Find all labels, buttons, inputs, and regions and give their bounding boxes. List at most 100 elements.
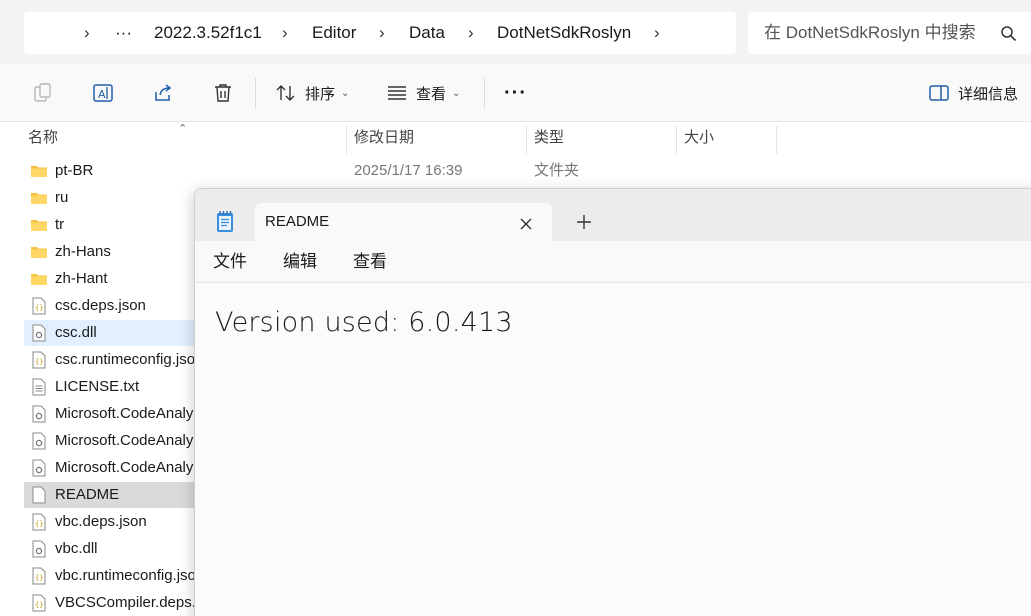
column-divider[interactable] (526, 126, 527, 154)
rename-icon: A (93, 84, 113, 102)
search-icon[interactable] (1000, 25, 1018, 43)
breadcrumb-separator[interactable]: › (468, 12, 474, 54)
rename-button[interactable]: A (92, 64, 114, 122)
share-button[interactable] (152, 64, 174, 122)
column-divider[interactable] (346, 126, 347, 154)
file-row[interactable]: Microsoft.CodeAnalysis.dll (24, 428, 196, 454)
column-header-date[interactable]: 修改日期 (354, 122, 414, 154)
view-list-icon (388, 86, 406, 100)
sort-button[interactable]: 排序 ⌄ (275, 64, 349, 122)
file-row[interactable]: Microsoft.CodeAnalysis.CSharp.dll (24, 401, 196, 427)
new-tab-icon[interactable] (573, 211, 595, 233)
file-name: zh-Hant (55, 270, 108, 287)
file-name: Microsoft.CodeAnalysis.VisualBasic.dll (55, 459, 196, 476)
delete-button[interactable] (212, 64, 234, 122)
dll-file-icon (32, 459, 46, 477)
breadcrumb-item[interactable]: Data (409, 12, 445, 54)
file-row[interactable]: {} VBCSCompiler.deps.json (24, 590, 196, 616)
file-row[interactable]: ru (24, 185, 196, 211)
file-row[interactable]: tr (24, 212, 196, 238)
column-header-size[interactable]: 大小 (684, 122, 714, 154)
text-editor[interactable]: Version used: 6.0.413 (195, 283, 1031, 616)
json-file-icon: {} (32, 594, 46, 612)
file-name: vbc.dll (55, 540, 98, 557)
chevron-down-icon: ⌄ (452, 87, 461, 99)
share-icon (155, 84, 172, 101)
breadcrumb-separator[interactable]: › (282, 12, 288, 54)
file-type: 文件夹 (534, 162, 580, 179)
breadcrumb-item[interactable]: Editor (312, 12, 356, 54)
search-input[interactable]: 在 DotNetSdkRoslyn 中搜索 (748, 12, 1031, 54)
sort-icon (276, 85, 295, 101)
more-button[interactable]: ··· (504, 64, 527, 122)
breadcrumb-separator[interactable]: › (84, 12, 90, 54)
blank-file-icon (32, 486, 46, 504)
file-name: vbc.runtimeconfig.json (55, 567, 196, 584)
json-file-icon: {} (32, 513, 46, 531)
sort-label: 排序 (305, 85, 336, 103)
folder-icon (31, 220, 47, 231)
file-row[interactable]: {} csc.runtimeconfig.json (24, 347, 196, 373)
breadcrumb-separator[interactable]: › (654, 12, 660, 54)
file-row[interactable]: {} csc.deps.json (24, 293, 196, 319)
sort-ascending-icon: ⌃ (178, 123, 188, 135)
details-label: 详细信息 (958, 85, 1019, 103)
column-header-type[interactable]: 类型 (534, 122, 564, 154)
address-strip: › ··· 2022.3.52f1c1 › Editor › Data › Do… (0, 0, 1031, 64)
file-row[interactable]: {} vbc.deps.json (24, 509, 196, 535)
details-button[interactable]: 详细信息 (928, 64, 1018, 122)
details-pane-icon (929, 85, 949, 101)
close-tab-icon[interactable] (515, 213, 537, 235)
file-date: 2025/1/17 16:39 (354, 162, 463, 179)
file-row[interactable]: csc.dll (24, 320, 196, 346)
notepad-app-icon (217, 211, 233, 232)
file-name: zh-Hans (55, 243, 111, 260)
folder-icon (31, 193, 47, 204)
file-name: VBCSCompiler.deps.json (55, 594, 196, 611)
file-row[interactable]: zh-Hant (24, 266, 196, 292)
file-row[interactable]: vbc.dll (24, 536, 196, 562)
file-row[interactable]: LICENSE.txt (24, 374, 196, 400)
file-name: Microsoft.CodeAnalysis.dll (55, 432, 196, 449)
menu-file[interactable]: 文件 (213, 241, 247, 283)
file-row[interactable]: Microsoft.CodeAnalysis.VisualBasic.dll (24, 455, 196, 481)
dll-file-icon (32, 432, 46, 450)
file-name: README (55, 486, 120, 503)
menu-edit[interactable]: 编辑 (283, 241, 317, 283)
chevron-down-icon: ⌄ (341, 87, 350, 99)
notepad-menubar: 文件 编辑 查看 (195, 241, 1031, 283)
svg-text:{}: {} (35, 574, 43, 582)
file-name: tr (55, 216, 65, 233)
notepad-window[interactable]: README 文件 编辑 查看 Version used: 6.0.413 (194, 188, 1031, 616)
tab-readme[interactable]: README (255, 203, 552, 241)
file-row[interactable]: pt-BR (24, 158, 196, 184)
tab-title: README (265, 213, 330, 230)
file-row[interactable]: README (24, 482, 196, 508)
file-name: pt-BR (55, 162, 94, 179)
svg-text:{}: {} (35, 520, 43, 528)
dll-file-icon (32, 405, 46, 423)
view-button[interactable]: 查看 ⌄ (386, 64, 460, 122)
dll-file-icon (32, 324, 46, 342)
notepad-titlebar[interactable]: README (195, 189, 1031, 241)
breadcrumb-item[interactable]: DotNetSdkRoslyn (497, 12, 631, 54)
address-box[interactable]: › ··· 2022.3.52f1c1 › Editor › Data › Do… (24, 12, 736, 54)
file-row[interactable]: zh-Hans (24, 239, 196, 265)
breadcrumb-item[interactable]: 2022.3.52f1c1 (154, 12, 262, 54)
file-name: LICENSE.txt (55, 378, 140, 395)
divider (484, 78, 485, 108)
menu-view[interactable]: 查看 (353, 241, 387, 283)
file-row[interactable]: {} vbc.runtimeconfig.json (24, 563, 196, 589)
command-bar: A 排序 ⌄ 查看 ⌄ ··· 详细信息 (0, 64, 1031, 122)
column-divider[interactable] (676, 126, 677, 154)
svg-text:{}: {} (35, 304, 43, 312)
breadcrumb-overflow[interactable]: ··· (115, 12, 132, 54)
json-file-icon: {} (32, 567, 46, 585)
breadcrumb-separator[interactable]: › (379, 12, 385, 54)
copy-button[interactable] (32, 64, 54, 122)
file-name: vbc.deps.json (55, 513, 147, 530)
editor-content: Version used: 6.0.413 (215, 307, 513, 338)
column-divider[interactable] (776, 126, 777, 154)
more-icon: ··· (504, 81, 527, 104)
column-header-name[interactable]: 名称 (28, 122, 58, 154)
